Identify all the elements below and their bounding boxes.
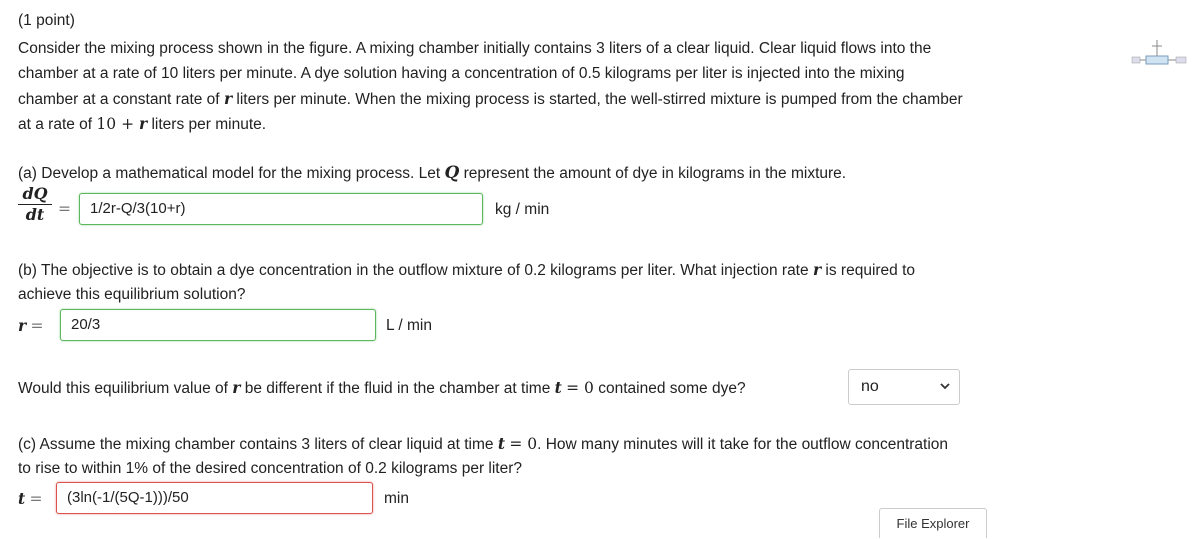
part-b-line-2: achieve this equilibrium solution? (18, 286, 246, 303)
part-c-line-2: to rise to within 1% of the desired conc… (18, 460, 523, 477)
dropdown-selected-value: no (861, 378, 879, 395)
file-explorer-tooltip: File Explorer (879, 508, 987, 538)
r-equals-label: r = (18, 316, 44, 335)
point-label: (1 point) (18, 12, 75, 29)
equilibrium-question: Would this equilibrium value of r be dif… (18, 378, 746, 397)
equals-sign: = (58, 200, 71, 218)
dq-dt-fraction: dQ dt (18, 185, 52, 224)
problem-container: (1 point) Consider the mixing process sh… (0, 0, 1197, 538)
part-c-line-1: (c) Assume the mixing chamber contains 3… (18, 434, 949, 453)
unit-a: kg / min (495, 201, 550, 218)
t-equals-label: t = (18, 489, 43, 508)
answer-b-input[interactable]: 20/3 (60, 309, 376, 341)
part-b-line-1: (b) The objective is to obtain a dye con… (18, 260, 916, 279)
intro-line-4: at a rate of 10 + r liters per minute. (18, 114, 267, 133)
part-a-text: (a) Develop a mathematical model for the… (18, 163, 847, 183)
answer-a-input[interactable]: 1/2r-Q/3(10+r) (79, 193, 483, 225)
chevron-down-icon (939, 378, 951, 399)
var-q: Q (444, 163, 460, 183)
unit-b: L / min (386, 317, 432, 334)
intro-line-1: Consider the mixing process shown in the… (18, 40, 932, 57)
mixing-chamber-figure-thumbnail[interactable] (1130, 36, 1188, 68)
var-r: r (223, 89, 233, 108)
intro-line-2: chamber at a rate of 10 liters per minut… (18, 65, 905, 82)
unit-c: min (384, 490, 409, 507)
equilibrium-dropdown[interactable]: no (848, 369, 960, 405)
intro-line-3: chamber at a constant rate of r liters p… (18, 89, 963, 108)
answer-c-input[interactable]: (3ln(-1/(5Q-1)))/50 (56, 482, 373, 514)
